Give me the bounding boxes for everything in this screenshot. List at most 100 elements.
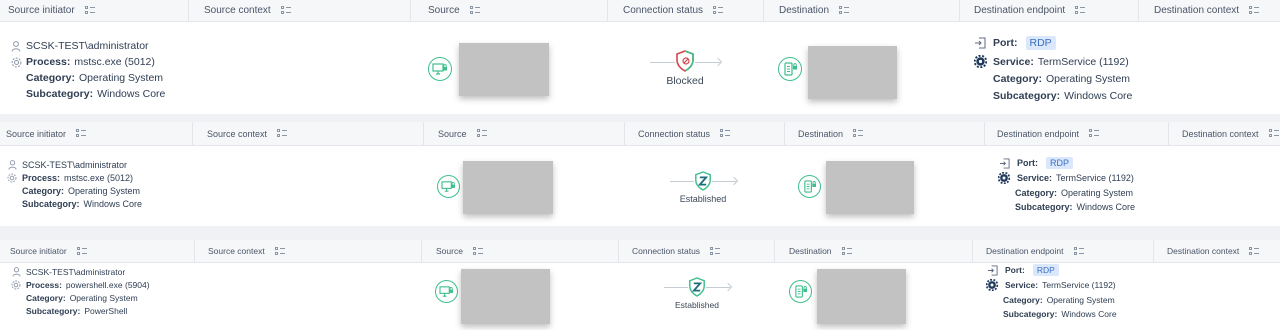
column-menu-icon[interactable] [84,6,95,15]
connection-status-cell: Established [660,277,734,310]
header-label: Source [428,5,460,16]
column-menu-icon[interactable] [1249,6,1260,15]
subcategory-value: Windows Core [97,88,166,100]
source-host-thumbnail[interactable] [461,269,550,324]
col-destination-endpoint[interactable]: Destination endpoint [959,0,1138,21]
port-badge: RDP [1046,157,1074,169]
column-menu-icon[interactable] [1249,246,1260,256]
category-value: Operating System [1061,188,1134,198]
process-value: powershell.exe (5904) [65,280,150,290]
column-menu-icon[interactable] [841,246,852,256]
header-label: Destination [798,128,844,139]
connection-status-text: Blocked [666,75,704,87]
category-label: Category: [26,72,76,84]
connection-status-cell: Blocked [655,50,715,87]
table-row[interactable]: SCSK-TEST\administrator Process: powershe… [0,263,1280,330]
destination-host-thumbnail[interactable] [817,269,906,324]
col-destination-endpoint[interactable]: Destination endpoint [972,240,1153,262]
sign-in-icon [985,264,999,276]
col-source-initiator[interactable]: Source initiator [0,0,188,21]
col-source-context[interactable]: Source context [188,0,410,21]
col-destination-context[interactable]: Destination context [1168,122,1280,145]
column-menu-icon[interactable] [853,129,864,138]
col-source-initiator[interactable]: Source initiator [0,122,192,145]
col-connection-status[interactable]: Connection status [618,240,774,262]
row-separator [0,114,1280,122]
column-menu-icon[interactable] [476,129,487,138]
header-label: Source context [207,128,268,139]
computer-lock-icon [428,57,452,81]
subcategory-label: Subcategory: [1003,309,1058,319]
column-menu-icon[interactable] [720,129,731,138]
col-destination-endpoint[interactable]: Destination endpoint [984,122,1168,145]
user-icon [10,267,22,277]
column-menu-icon[interactable] [1075,6,1086,15]
source-initiator-cell: SCSK-TEST\administrator Process: mstsc.ex… [6,160,142,212]
shield-z-icon [688,277,706,297]
subcategory-label: Subcategory: [993,90,1061,102]
column-menu-icon[interactable] [713,6,724,15]
process-label: Process: [26,280,62,290]
subcategory-label: Subcategory: [26,306,81,316]
column-menu-icon[interactable] [274,246,285,256]
header-label: Source initiator [6,128,67,139]
header-label: Connection status [632,246,701,256]
col-destination[interactable]: Destination [774,240,972,262]
sign-in-icon [973,37,987,49]
col-destination[interactable]: Destination [784,122,984,145]
col-destination[interactable]: Destination [763,0,959,21]
col-source-context[interactable]: Source context [192,122,423,145]
destination-endpoint-cell: Port: RDP Service: TermService (1192) Cate… [985,264,1117,323]
col-source[interactable]: Source [410,0,607,21]
destination-host-thumbnail[interactable] [808,46,897,99]
category-value: Operating System [1046,73,1131,85]
table-header: Source initiator Source context Source C… [0,240,1280,263]
col-connection-status[interactable]: Connection status [607,0,763,21]
column-menu-icon[interactable] [1089,129,1100,138]
gear-icon [10,280,22,290]
column-menu-icon[interactable] [472,246,483,256]
source-host-thumbnail[interactable] [463,161,553,214]
col-source[interactable]: Source [421,240,618,262]
source-host-thumbnail[interactable] [459,43,549,96]
connection-status-text: Established [675,300,719,310]
header-label: Source [438,128,467,139]
column-menu-icon[interactable] [76,246,87,256]
table-row[interactable]: SCSK-TEST\administrator Process: mstsc.ex… [0,146,1280,226]
port-label: Port: [1017,158,1038,168]
header-label: Destination context [1154,5,1240,16]
destination-host-thumbnail[interactable] [826,161,914,214]
col-connection-status[interactable]: Connection status [624,122,784,145]
shield-blocked-icon [675,50,695,72]
column-menu-icon[interactable] [280,6,291,15]
column-menu-icon[interactable] [76,129,87,138]
service-value: TermService (1192) [1037,55,1129,68]
col-destination-context[interactable]: Destination context [1138,0,1280,21]
subcategory-value: Windows Core [1064,90,1133,102]
category-value: Operating System [79,72,164,84]
column-menu-icon[interactable] [839,6,850,15]
table-row[interactable]: SCSK-TEST\administrator Process: mstsc.ex… [0,22,1280,114]
user-name: SCSK-TEST\administrator [22,160,128,170]
column-menu-icon[interactable] [277,129,288,138]
column-menu-icon[interactable] [710,246,721,256]
computer-lock-icon [435,280,458,303]
subcategory-label: Subcategory: [1015,202,1073,212]
category-label: Category: [26,293,66,303]
service-label: Service: [1005,280,1039,290]
column-menu-icon[interactable] [1268,129,1279,138]
col-source[interactable]: Source [423,122,624,145]
header-label: Connection status [638,128,711,139]
col-source-context[interactable]: Source context [194,240,421,262]
user-icon [10,40,22,52]
header-label: Source [436,246,463,256]
column-menu-icon[interactable] [469,6,480,15]
process-value: mstsc.exe (5012) [64,173,134,183]
connection-status-cell: Established [666,171,740,204]
user-icon [6,160,18,170]
header-label: Source context [204,5,271,16]
header-label: Source initiator [8,5,75,16]
col-destination-context[interactable]: Destination context [1153,240,1280,262]
col-source-initiator[interactable]: Source initiator [0,240,194,262]
column-menu-icon[interactable] [1073,246,1084,256]
